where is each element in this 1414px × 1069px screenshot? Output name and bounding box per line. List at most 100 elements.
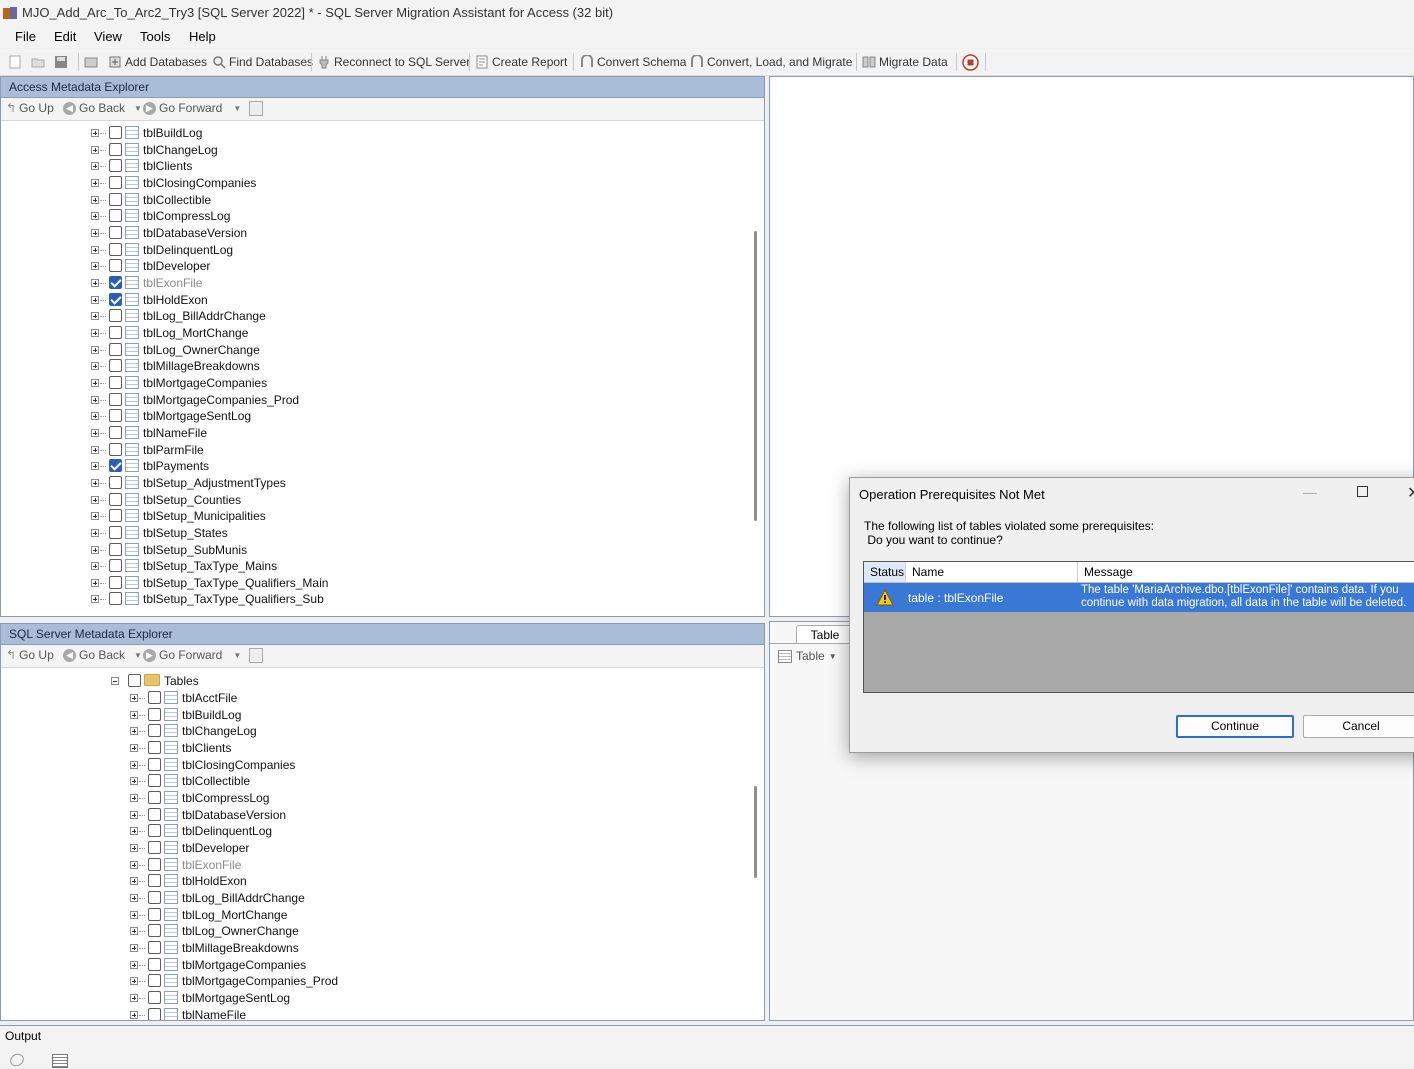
expand-icon[interactable] <box>91 312 99 321</box>
expand-icon[interactable] <box>91 328 99 337</box>
tree-item[interactable]: tblDelinquentLog <box>1 823 401 839</box>
expand-icon[interactable] <box>91 195 99 204</box>
item-checkbox[interactable] <box>148 940 161 954</box>
tree-item[interactable]: tblMortgageCompanies <box>1 957 401 973</box>
tree-item[interactable]: tblDeveloper <box>1 258 401 274</box>
chevron-down-icon[interactable]: ▼ <box>134 651 142 660</box>
tab-table[interactable]: Table <box>796 625 854 644</box>
chevron-down-icon[interactable]: ▼ <box>134 104 142 113</box>
add-databases-button[interactable]: Add Databases <box>108 53 207 71</box>
properties-button[interactable] <box>249 648 263 663</box>
tree-item[interactable]: tblMillageBreakdowns <box>1 358 401 374</box>
convert-schema-button[interactable]: Convert Schema <box>580 53 686 71</box>
item-checkbox[interactable] <box>148 724 161 738</box>
tree-item[interactable]: tblMortgageCompanies_Prod <box>1 392 401 408</box>
expand-icon[interactable] <box>130 943 138 952</box>
tree-item[interactable]: tblBuildLog <box>1 125 401 141</box>
expand-icon[interactable] <box>91 428 99 437</box>
expand-icon[interactable] <box>130 860 138 869</box>
item-checkbox[interactable] <box>109 375 122 389</box>
sql-scrollbar[interactable] <box>748 668 764 1020</box>
expand-icon[interactable] <box>91 545 99 554</box>
tree-item[interactable]: tblExonFile <box>1 275 401 291</box>
expand-icon[interactable] <box>91 445 99 454</box>
item-checkbox[interactable] <box>148 740 161 754</box>
output-list-icon[interactable] <box>52 1054 68 1068</box>
expand-icon[interactable] <box>91 145 99 154</box>
tree-item[interactable]: tblExonFile <box>1 857 401 873</box>
item-checkbox[interactable] <box>109 359 122 373</box>
expand-icon[interactable] <box>130 960 138 969</box>
create-report-button[interactable]: Create Report <box>475 53 567 71</box>
convert-load-migrate-button[interactable]: Convert, Load, and Migrate <box>690 53 852 71</box>
go-up-button[interactable]: ↰ Go Up <box>6 101 54 115</box>
go-back-button[interactable]: ◀ Go Back ▼ <box>63 648 142 662</box>
expand-icon[interactable] <box>130 893 138 902</box>
scroll-thumb[interactable] <box>754 786 757 878</box>
tree-item[interactable]: tblLog_BillAddrChange <box>1 308 401 324</box>
open-project-button[interactable] <box>31 53 45 71</box>
expand-icon[interactable] <box>91 262 99 271</box>
tables-folder-row[interactable]: Tables <box>1 673 401 689</box>
item-checkbox[interactable] <box>109 209 122 223</box>
item-checkbox[interactable] <box>109 442 122 456</box>
tree-item[interactable]: tblDelinquentLog <box>1 242 401 258</box>
item-checkbox[interactable] <box>109 592 122 606</box>
reconnect-sql-button[interactable]: Reconnect to SQL Server <box>317 53 470 71</box>
expand-icon[interactable] <box>91 412 99 421</box>
item-checkbox[interactable] <box>148 691 161 704</box>
tree-item[interactable]: tblDatabaseVersion <box>1 225 401 241</box>
menu-help[interactable]: Help <box>189 29 216 44</box>
go-forward-button[interactable]: ▶ Go Forward ▼ <box>143 648 241 662</box>
tree-item[interactable]: tblClients <box>1 740 401 756</box>
tree-item[interactable]: tblBuildLog <box>1 707 401 723</box>
column-status[interactable]: Status <box>864 562 906 582</box>
expand-icon[interactable] <box>130 977 138 986</box>
tree-item[interactable]: tblLog_MortChange <box>1 907 401 923</box>
save-project-button[interactable] <box>54 53 68 71</box>
tree-item[interactable]: tblLog_OwnerChange <box>1 923 401 939</box>
item-checkbox[interactable] <box>109 509 122 523</box>
go-up-button[interactable]: ↰ Go Up <box>6 648 54 662</box>
tree-item[interactable]: tblMortgageCompanies_Prod <box>1 973 401 989</box>
expand-icon[interactable] <box>130 710 138 719</box>
tree-item[interactable]: tblDeveloper <box>1 840 401 856</box>
tree-item[interactable]: tblSetup_AdjustmentTypes <box>1 475 401 491</box>
expand-icon[interactable] <box>130 993 138 1002</box>
item-checkbox[interactable] <box>148 757 161 771</box>
expand-icon[interactable] <box>91 395 99 404</box>
item-checkbox[interactable] <box>148 974 161 988</box>
tree-item[interactable]: tblClosingCompanies <box>1 757 401 773</box>
item-checkbox[interactable] <box>109 342 122 356</box>
tree-item[interactable]: tblLog_OwnerChange <box>1 342 401 358</box>
tree-item[interactable]: tblLog_MortChange <box>1 325 401 341</box>
column-name[interactable]: Name <box>906 562 1078 582</box>
column-message[interactable]: Message <box>1078 562 1414 582</box>
item-checkbox[interactable] <box>109 175 122 189</box>
add-project-button[interactable] <box>84 53 98 71</box>
item-checkbox[interactable] <box>109 192 122 206</box>
tree-item[interactable]: tblCompressLog <box>1 208 401 224</box>
expand-icon[interactable] <box>91 212 99 221</box>
maximize-icon[interactable] <box>1357 486 1368 497</box>
expand-icon[interactable] <box>91 378 99 387</box>
menu-file[interactable]: File <box>15 29 36 44</box>
expand-icon[interactable] <box>130 877 138 886</box>
tree-item[interactable]: tblMortgageSentLog <box>1 990 401 1006</box>
item-checkbox[interactable] <box>109 142 122 156</box>
expand-icon[interactable] <box>91 345 99 354</box>
tree-item[interactable]: tblHoldExon <box>1 873 401 889</box>
item-checkbox[interactable] <box>109 425 122 439</box>
item-checkbox[interactable] <box>109 525 122 539</box>
tables-checkbox[interactable] <box>128 674 141 687</box>
item-checkbox[interactable] <box>109 159 122 173</box>
close-icon[interactable]: ✕ <box>1407 483 1414 503</box>
item-checkbox[interactable] <box>148 890 161 904</box>
tree-item[interactable]: tblMillageBreakdowns <box>1 940 401 956</box>
item-checkbox[interactable] <box>109 242 122 256</box>
item-checkbox[interactable] <box>148 990 161 1004</box>
tree-item[interactable]: tblClosingCompanies <box>1 175 401 191</box>
item-checkbox[interactable] <box>109 325 122 339</box>
expand-icon[interactable] <box>130 1010 138 1019</box>
item-checkbox[interactable] <box>109 275 122 289</box>
